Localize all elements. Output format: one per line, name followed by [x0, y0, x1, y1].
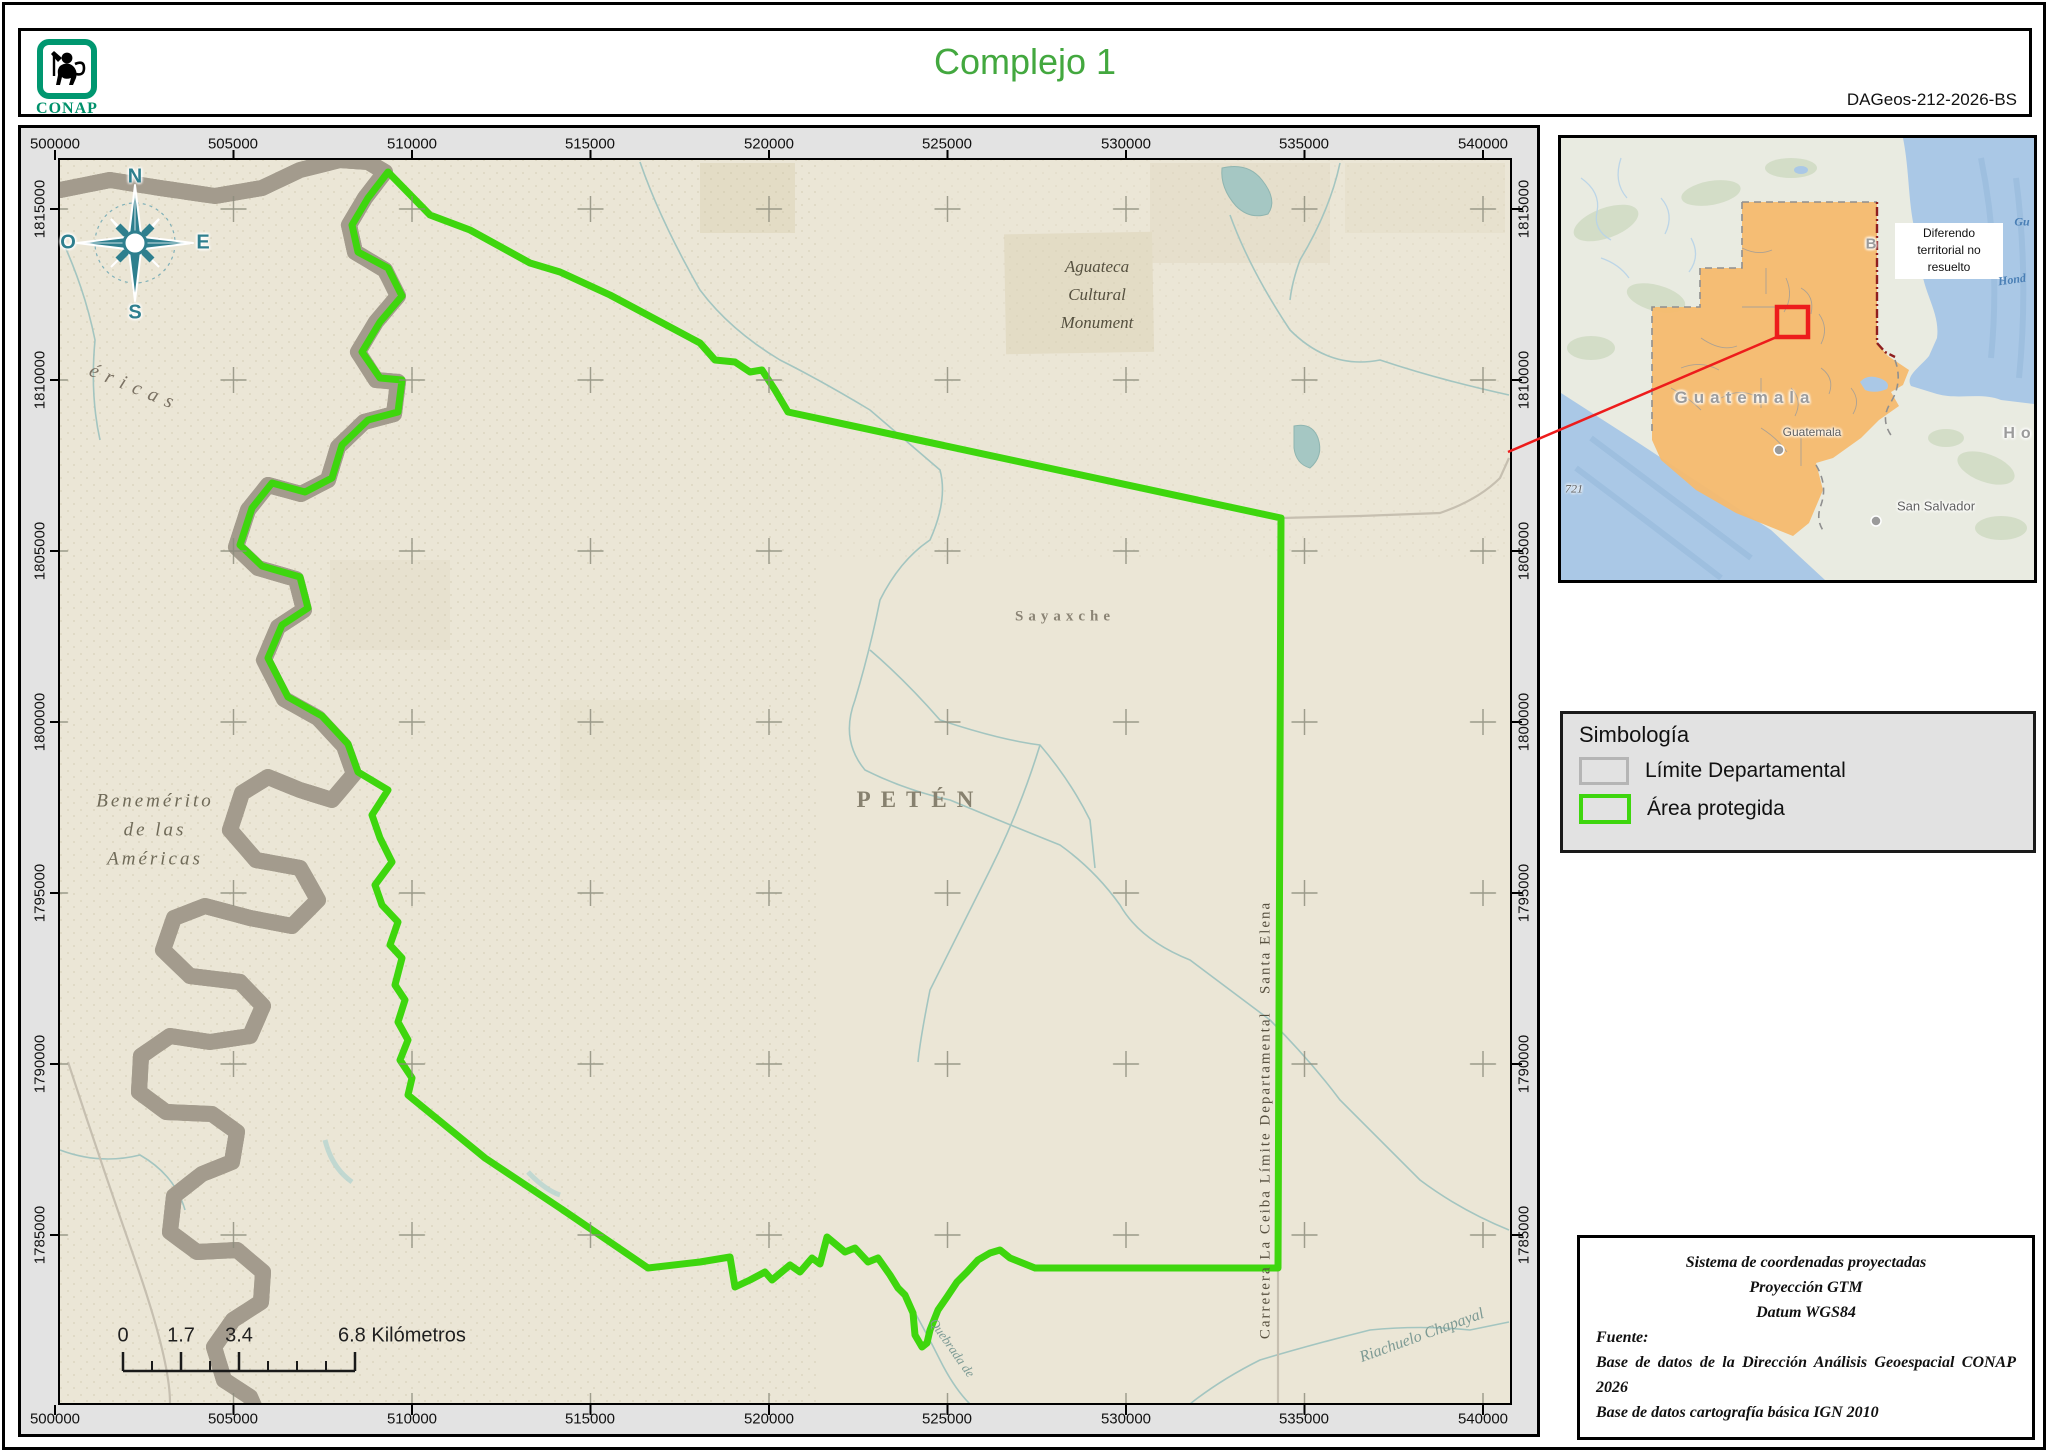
axis-label: 515000 — [565, 1411, 615, 1428]
axis-label: 1805000 — [32, 522, 49, 580]
label-belize-fragment: B — [1866, 236, 1883, 253]
axis-label: 500000 — [30, 136, 80, 153]
compass-north: N — [128, 166, 142, 189]
axis-label: 1800000 — [1516, 693, 1533, 751]
axis-label: 505000 — [208, 1411, 258, 1428]
axis-label: 1795000 — [32, 864, 49, 922]
label-guatemala-city: Guatemala — [1783, 425, 1842, 439]
source-1: Base de datos de la Dirección Análisis G… — [1596, 1350, 2016, 1400]
label-gulf-fragment: Gu — [2014, 215, 2029, 230]
axis-label: 535000 — [1279, 136, 1329, 153]
axis-label: 1800000 — [32, 693, 49, 751]
axis-label: 1810000 — [1516, 351, 1533, 409]
lake-peten-itza — [1794, 166, 1808, 174]
header: CONAP Complejo 1 DAGeos-212-2026-BS — [18, 28, 2032, 117]
axis-label: 525000 — [922, 136, 972, 153]
datum: Datum WGS84 — [1596, 1300, 2016, 1325]
legend: Simbología Límite Departamental Área pro… — [1560, 711, 2036, 853]
axis-label: 1790000 — [32, 1035, 49, 1093]
source-heading: Fuente: — [1596, 1325, 2016, 1350]
scale-label-1-7: 1.7 — [167, 1325, 195, 1348]
axis-label: 510000 — [387, 1411, 437, 1428]
axis-label: 1810000 — [32, 351, 49, 409]
label-honduras-fragment: Ho — [2003, 425, 2036, 443]
protected-area-swatch — [1579, 794, 1631, 824]
inset-canvas — [1561, 138, 2034, 580]
axis-label: 1785000 — [32, 1206, 49, 1264]
axis-label: 1795000 — [1516, 864, 1533, 922]
axis-label: 1805000 — [1516, 522, 1533, 580]
axis-label: 1790000 — [1516, 1035, 1533, 1093]
axis-label: 510000 — [387, 136, 437, 153]
legend-title: Simbología — [1579, 722, 2017, 748]
axis-label: 540000 — [1458, 1411, 1508, 1428]
label-benemerito: Benemérito de las Américas — [96, 787, 214, 874]
axis-label: 505000 — [208, 136, 258, 153]
axis-label: 540000 — [1458, 136, 1508, 153]
coord-system: Sistema de coordenadas proyectadas — [1596, 1250, 2016, 1275]
axis-label: 515000 — [565, 136, 615, 153]
compass-east: E — [196, 232, 209, 255]
label-721: 721 — [1565, 482, 1583, 497]
document-code: DAGeos-212-2026-BS — [1847, 90, 2017, 110]
label-sayaxche: Sayaxche — [1015, 609, 1115, 626]
info-box: Sistema de coordenadas proyectadas Proye… — [1577, 1235, 2035, 1440]
axis-label: 520000 — [744, 1411, 794, 1428]
axis-label: 1785000 — [1516, 1206, 1533, 1264]
axis-label: 1815000 — [1516, 180, 1533, 238]
inset-map — [1558, 135, 2037, 583]
compass-west: O — [60, 232, 76, 255]
axis-label: 530000 — [1101, 136, 1151, 153]
legend-item-limite: Límite Departamental — [1579, 757, 2017, 785]
page: CONAP Complejo 1 DAGeos-212-2026-BS 5000… — [0, 0, 2048, 1452]
grid-crosses — [60, 160, 1510, 1403]
guatemala-city-dot — [1774, 445, 1784, 455]
axis-label: 535000 — [1279, 1411, 1329, 1428]
label-guatemala-country: Guatemala — [1675, 388, 1816, 408]
label-san-salvador: San Salvador — [1897, 499, 1975, 514]
axis-label: 530000 — [1101, 1411, 1151, 1428]
page-title: Complejo 1 — [21, 41, 2029, 83]
scale-label-3-4: 3.4 — [225, 1325, 253, 1348]
legend-item-area: Área protegida — [1579, 794, 2017, 824]
axis-label: 525000 — [922, 1411, 972, 1428]
territorial-note: Diferendo territorial no resuelto — [1895, 223, 2003, 279]
conap-wordmark: CONAP — [29, 100, 105, 118]
axis-label: 500000 — [30, 1411, 80, 1428]
axis-label: 520000 — [744, 136, 794, 153]
san-salvador-dot — [1871, 516, 1881, 526]
departmental-limit-swatch — [1579, 757, 1629, 785]
map-canvas — [60, 160, 1510, 1403]
axis-label: 1815000 — [32, 180, 49, 238]
label-carretera: Carretera La Ceiba Límite Departamental … — [1258, 901, 1275, 1339]
scale-label-0: 0 — [117, 1325, 128, 1348]
projection: Proyección GTM — [1596, 1275, 2016, 1300]
scale-label-6-8: 6.8 Kilómetros — [338, 1325, 466, 1348]
label-peten: PETÉN — [857, 787, 984, 813]
main-map — [58, 158, 1512, 1405]
compass-south: S — [128, 302, 141, 325]
label-aguateca: Aguateca Cultural Monument — [1061, 253, 1134, 337]
source-2: Base de datos cartografía básica IGN 201… — [1596, 1400, 2016, 1425]
